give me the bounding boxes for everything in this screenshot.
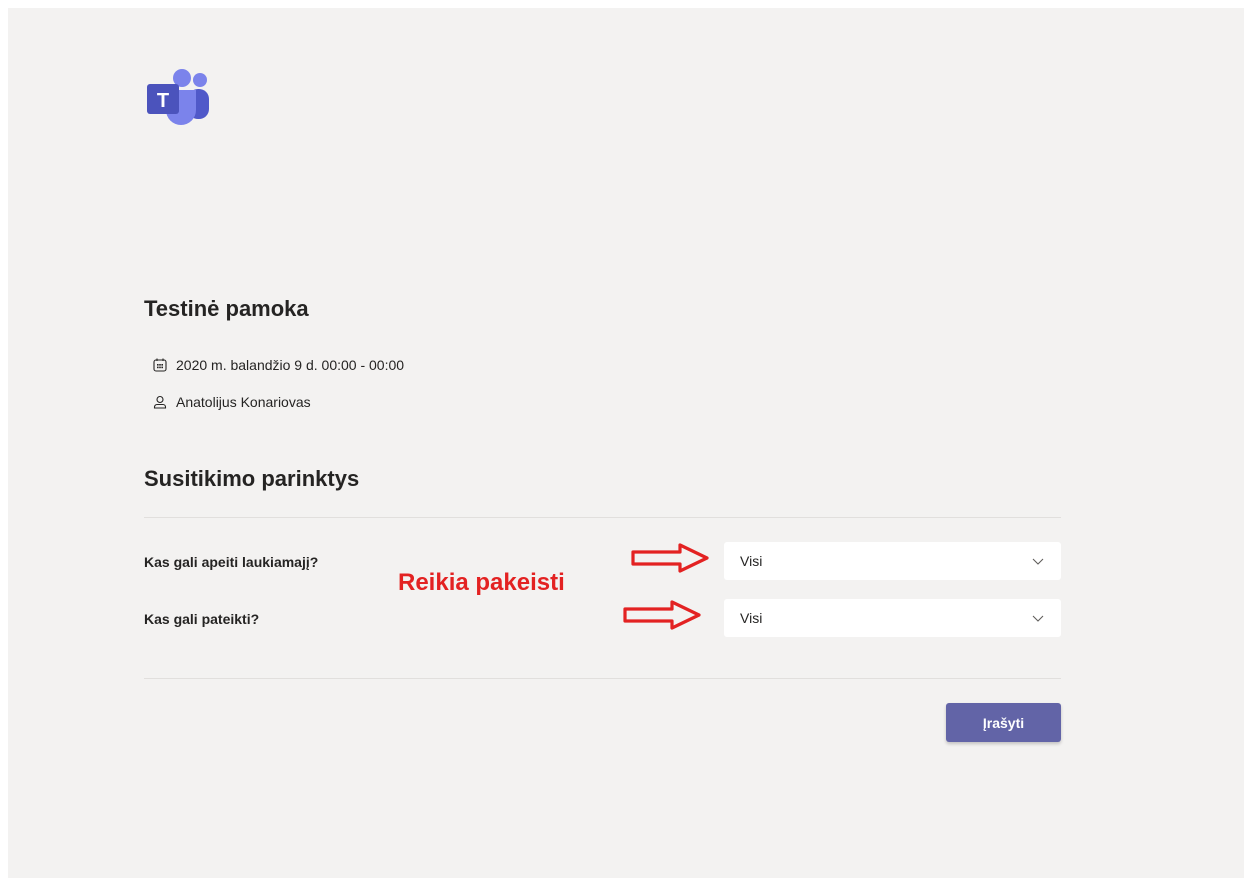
- annotation-text: Reikia pakeisti: [398, 569, 565, 596]
- meeting-datetime-row: 2020 m. balandžio 9 d. 00:00 - 00:00: [152, 357, 404, 373]
- annotation-arrow-icon: [623, 600, 701, 630]
- calendar-icon: [152, 357, 168, 373]
- logo-letter: T: [157, 90, 169, 112]
- annotation-arrow-icon: [631, 543, 709, 573]
- presenters-label: Kas gali pateikti?: [144, 611, 260, 627]
- person-icon: [152, 394, 168, 410]
- microsoft-teams-logo: T: [147, 69, 209, 125]
- meeting-title: Testinė pamoka: [144, 296, 309, 321]
- divider: [144, 517, 1061, 518]
- options-section-title: Susitikimo parinktys: [144, 466, 360, 491]
- meeting-datetime: 2020 m. balandžio 9 d. 00:00 - 00:00: [176, 357, 405, 373]
- divider: [144, 678, 1061, 679]
- meeting-options-page: T Testinė pamoka 2020 m. balandžio 9 d. …: [8, 8, 1244, 878]
- chevron-down-icon: [1031, 611, 1045, 625]
- lobby-bypass-value: Visi: [740, 553, 763, 569]
- presenters-value: Visi: [740, 610, 763, 626]
- presenters-dropdown[interactable]: Visi: [724, 599, 1061, 637]
- meeting-organizer: Anatolijus Konariovas: [176, 394, 311, 410]
- chevron-down-icon: [1031, 554, 1045, 568]
- save-button[interactable]: Įrašyti: [946, 703, 1061, 742]
- lobby-bypass-dropdown[interactable]: Visi: [724, 542, 1061, 580]
- meeting-organizer-row: Anatolijus Konariovas: [152, 394, 311, 410]
- lobby-bypass-label: Kas gali apeiti laukiamajį?: [144, 554, 319, 570]
